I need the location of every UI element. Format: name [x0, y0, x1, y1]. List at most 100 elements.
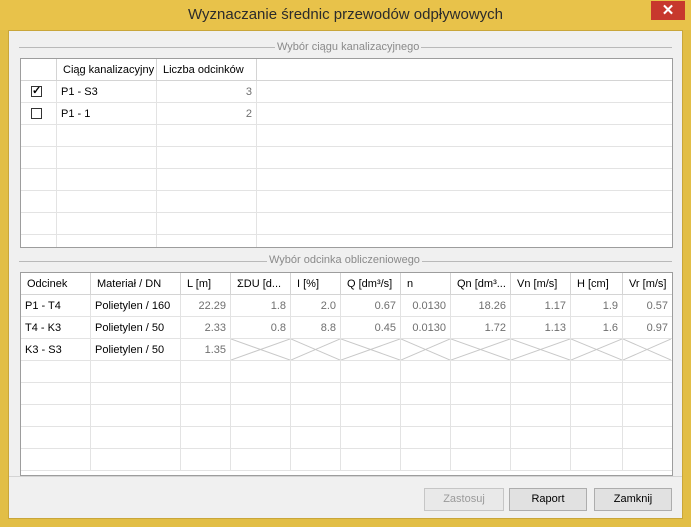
empty-cell: [231, 449, 291, 471]
table-cell[interactable]: [291, 339, 341, 361]
table-cell[interactable]: 1.35: [181, 339, 231, 361]
column-header-flow[interactable]: Q [dm³/s]: [341, 273, 401, 295]
column-header-h[interactable]: H [cm]: [571, 273, 623, 295]
empty-cell: [341, 383, 401, 405]
table-cell[interactable]: T4 - K3: [21, 317, 91, 339]
table-cell[interactable]: P1 - S3: [57, 81, 157, 103]
column-header-segment[interactable]: Odcinek: [21, 273, 91, 295]
table-cell[interactable]: [511, 339, 571, 361]
title-bar: Wyznaczanie średnic przewodów odpływowyc…: [0, 0, 691, 30]
table-cell[interactable]: K3 - S3: [21, 339, 91, 361]
table-cell[interactable]: 1.8: [231, 295, 291, 317]
table-cell[interactable]: 1.6: [571, 317, 623, 339]
empty-cell: [231, 405, 291, 427]
empty-cell: [21, 125, 57, 147]
group2-title: Wybór odcinka obliczeniowego: [267, 254, 422, 266]
table-cell[interactable]: [571, 339, 623, 361]
column-header-segment-count[interactable]: Liczba odcinków: [157, 59, 257, 81]
table-cell[interactable]: P1 - 1: [57, 103, 157, 125]
table-cell[interactable]: 0.97: [623, 317, 672, 339]
empty-cell: [157, 125, 257, 147]
table-cell[interactable]: 0.67: [341, 295, 401, 317]
column-header-sewer-line[interactable]: Ciąg kanalizacyjny: [57, 59, 157, 81]
column-header-slope[interactable]: I [%]: [291, 273, 341, 295]
empty-cell: [623, 405, 672, 427]
column-header-material[interactable]: Materiał / DN: [91, 273, 181, 295]
table-cell[interactable]: 2.33: [181, 317, 231, 339]
empty-cell: [21, 147, 57, 169]
table-cell[interactable]: 3: [157, 81, 257, 103]
table-cell[interactable]: [257, 81, 672, 103]
table-cell[interactable]: 2.0: [291, 295, 341, 317]
table-cell[interactable]: [231, 339, 291, 361]
table-cell[interactable]: [623, 339, 672, 361]
window-title: Wyznaczanie średnic przewodów odpływowyc…: [187, 6, 503, 23]
column-header-filler: [257, 59, 672, 81]
column-header-n[interactable]: n: [401, 273, 451, 295]
not-applicable-mark: [451, 339, 510, 360]
empty-cell: [511, 427, 571, 449]
empty-cell: [401, 427, 451, 449]
table-cell[interactable]: 18.26: [451, 295, 511, 317]
column-header-checkbox: [21, 59, 57, 81]
report-button[interactable]: Raport: [509, 488, 587, 511]
table-cell[interactable]: Polietylen / 50: [91, 339, 181, 361]
table-cell[interactable]: 22.29: [181, 295, 231, 317]
table-cell[interactable]: [401, 339, 451, 361]
empty-cell: [181, 383, 231, 405]
table-cell[interactable]: 0.8: [231, 317, 291, 339]
empty-cell: [291, 427, 341, 449]
table-cell[interactable]: [257, 103, 672, 125]
table-cell[interactable]: 1.9: [571, 295, 623, 317]
empty-cell: [57, 213, 157, 235]
table-cell[interactable]: 1.72: [451, 317, 511, 339]
table-cell[interactable]: [21, 81, 57, 103]
table-cell[interactable]: P1 - T4: [21, 295, 91, 317]
empty-cell: [257, 169, 672, 191]
close-window-button[interactable]: ✕: [651, 1, 685, 20]
empty-cell: [57, 191, 157, 213]
not-applicable-mark: [571, 339, 622, 360]
empty-cell: [571, 383, 623, 405]
empty-cell: [291, 449, 341, 471]
table-cell[interactable]: 0.0130: [401, 295, 451, 317]
row-checkbox[interactable]: [31, 84, 42, 98]
empty-cell: [21, 191, 57, 213]
row-checkbox[interactable]: [31, 108, 42, 119]
apply-button[interactable]: Zastosuj: [424, 488, 504, 511]
table-cell[interactable]: 1.17: [511, 295, 571, 317]
table-cell[interactable]: 0.45: [341, 317, 401, 339]
table-cell[interactable]: 8.8: [291, 317, 341, 339]
not-applicable-mark: [511, 339, 570, 360]
column-header-qn[interactable]: Qn [dm³...: [451, 273, 511, 295]
column-header-length[interactable]: L [m]: [181, 273, 231, 295]
not-applicable-mark: [291, 339, 340, 360]
empty-cell: [257, 191, 672, 213]
table-cell[interactable]: Polietylen / 50: [91, 317, 181, 339]
table-cell[interactable]: 1.13: [511, 317, 571, 339]
close-button[interactable]: Zamknij: [594, 488, 672, 511]
table-cell[interactable]: [21, 103, 57, 125]
table-cell[interactable]: 2: [157, 103, 257, 125]
column-header-vn[interactable]: Vn [m/s]: [511, 273, 571, 295]
empty-cell: [57, 169, 157, 191]
not-applicable-mark: [341, 339, 400, 360]
table-cell[interactable]: 0.57: [623, 295, 672, 317]
table-cell[interactable]: Polietylen / 160: [91, 295, 181, 317]
table-cell[interactable]: [451, 339, 511, 361]
empty-cell: [157, 235, 257, 247]
column-header-du-sum[interactable]: ΣDU [d...: [231, 273, 291, 295]
empty-cell: [623, 427, 672, 449]
empty-cell: [157, 169, 257, 191]
empty-cell: [21, 383, 91, 405]
table-cell[interactable]: [341, 339, 401, 361]
empty-cell: [451, 427, 511, 449]
sewer-line-table: Ciąg kanalizacyjnyLiczba odcinkówP1 - S3…: [20, 58, 673, 248]
empty-cell: [257, 235, 672, 247]
group1-title: Wybór ciągu kanalizacyjnego: [275, 41, 422, 53]
empty-cell: [451, 405, 511, 427]
empty-cell: [181, 405, 231, 427]
table-cell[interactable]: 0.0130: [401, 317, 451, 339]
column-header-vr[interactable]: Vr [m/s]: [623, 273, 672, 295]
empty-cell: [21, 235, 57, 247]
